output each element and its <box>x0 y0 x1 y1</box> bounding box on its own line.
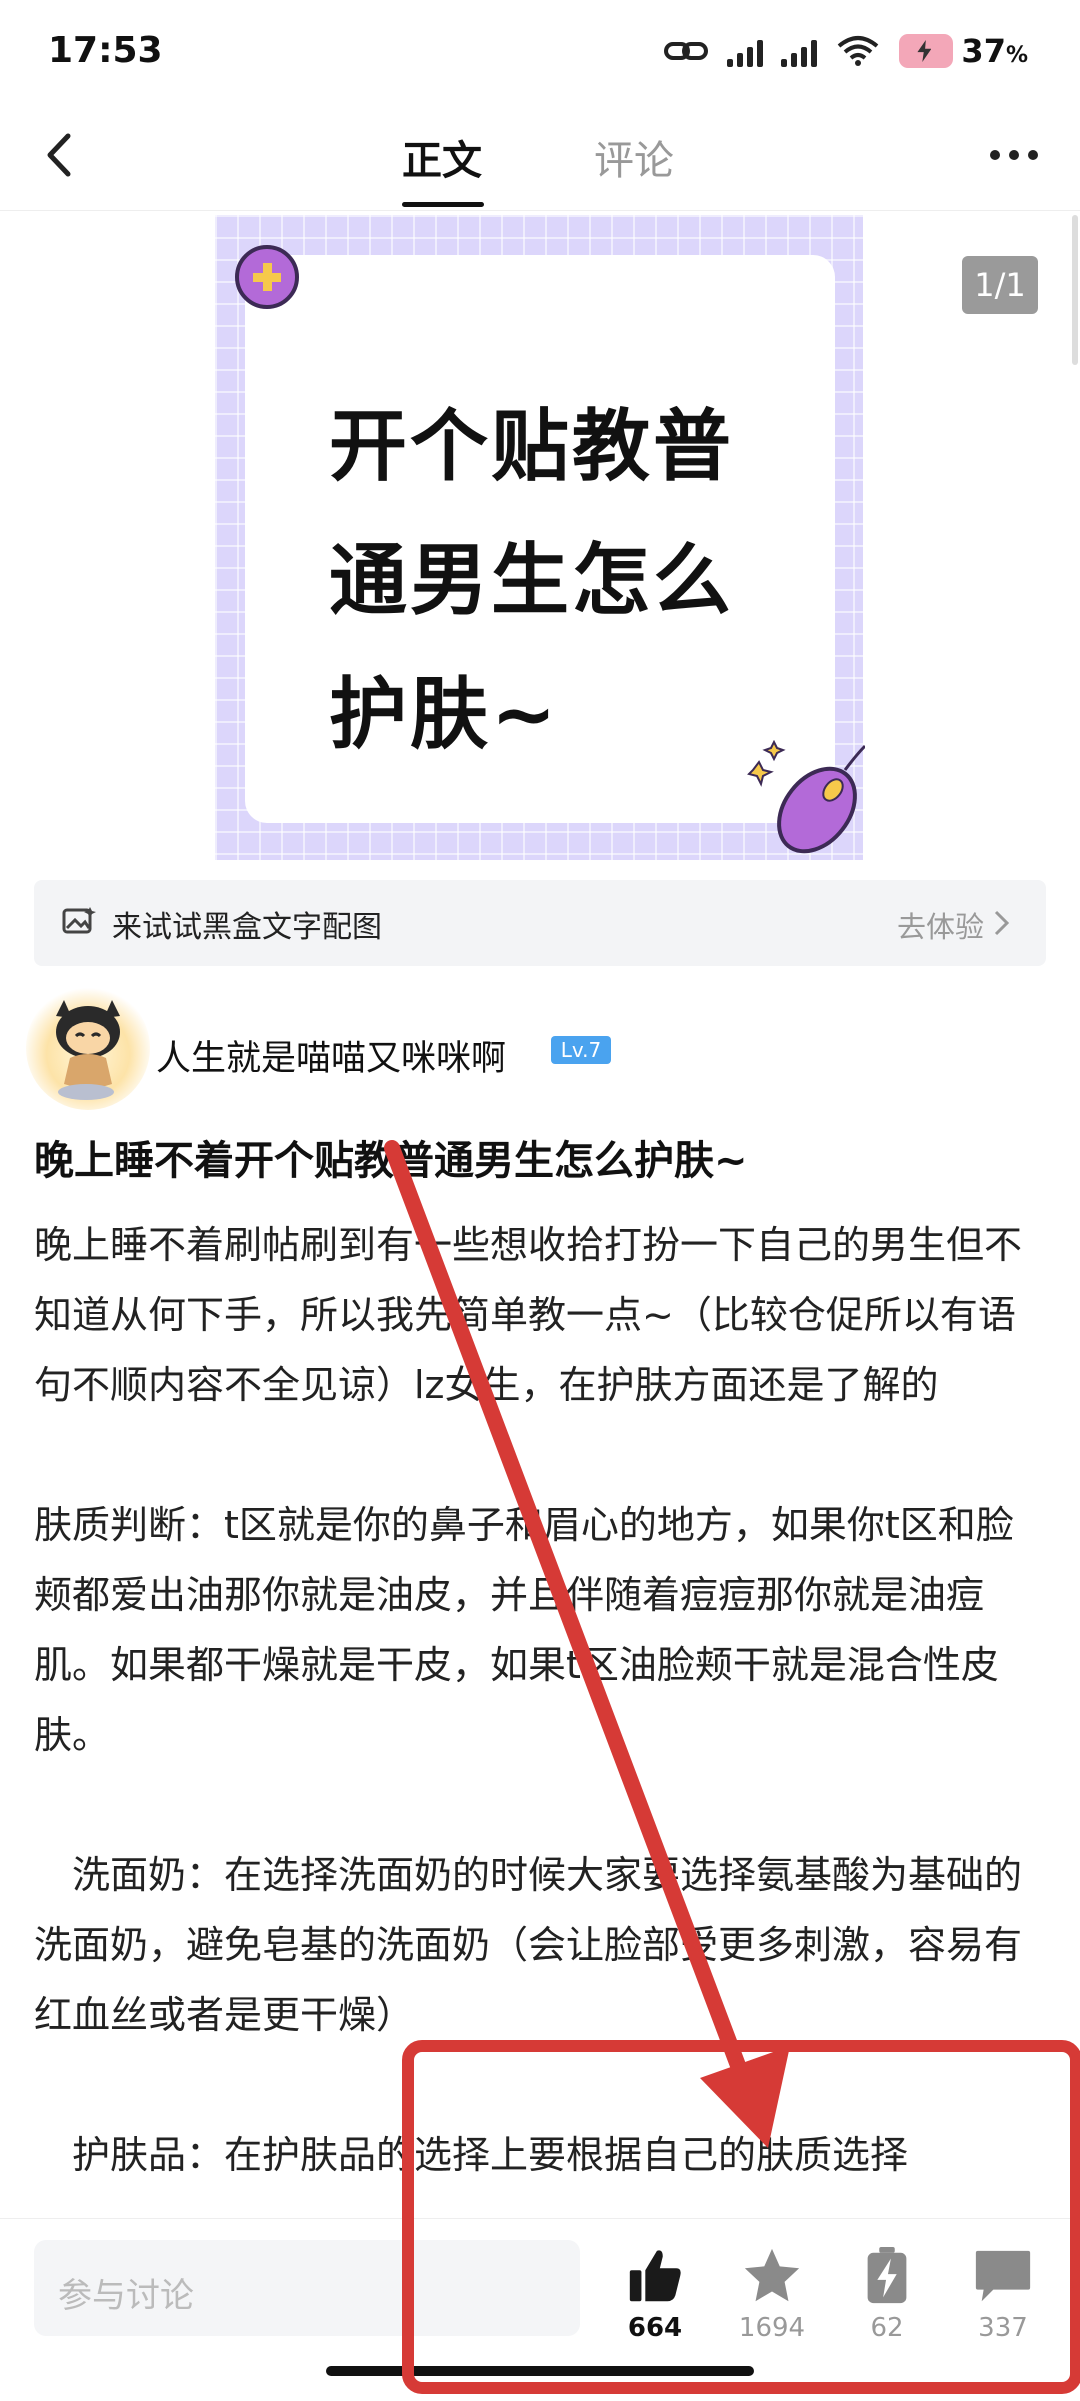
promo-try-link[interactable]: 去体验 <box>897 904 984 946</box>
author-avatar[interactable] <box>26 986 150 1110</box>
post-image-line-2: 通男生怎么 <box>329 536 735 626</box>
scrollbar[interactable] <box>1072 215 1078 365</box>
status-bar: 17:53 37% <box>0 0 1080 100</box>
comment-button[interactable]: 337 <box>948 2245 1058 2343</box>
battery-icon <box>899 34 954 68</box>
computer-mouse-sticker-icon <box>747 740 865 854</box>
battery-charge-icon <box>867 2246 907 2304</box>
battery-indicator: 37% <box>899 32 1028 70</box>
status-icons: 37% <box>663 28 1028 74</box>
like-count: 664 <box>627 2313 683 2343</box>
battery-unit: % <box>1005 43 1028 68</box>
wifi-icon <box>838 36 879 66</box>
battery-percent: 37 <box>961 32 1006 70</box>
comment-count: 337 <box>978 2313 1028 2343</box>
post-paragraph: 洗面奶：在选择洗面奶的时候大家要选择氨基酸为基础的洗面奶，避免皂基的洗面奶（会让… <box>34 1853 1023 2037</box>
more-options-icon[interactable] <box>990 150 1038 160</box>
promo-text: 来试试黑盒文字配图 <box>112 910 382 945</box>
charge-count: 62 <box>870 2313 904 2343</box>
image-text-icon <box>62 907 96 934</box>
post-image-text: 开个贴教普 通男生怎么 护肤~ <box>329 380 809 782</box>
avatar-cat-icon <box>56 1000 120 1100</box>
link-icon <box>664 42 709 60</box>
star-icon <box>744 2248 800 2302</box>
top-nav: 正文 评论 <box>0 100 1080 211</box>
home-indicator[interactable] <box>326 2366 754 2376</box>
chevron-right-icon <box>994 910 1010 936</box>
post-paragraph: 晚上睡不着刷帖刷到有一些想收拾打扮一下自己的男生但不知道从何下手，所以我先简单教… <box>34 1223 1023 1407</box>
thumbs-up-icon <box>629 2250 681 2302</box>
active-tab-indicator <box>402 202 484 207</box>
ai-image-promo-banner[interactable]: 来试试黑盒文字配图 去体验 <box>34 880 1046 966</box>
like-button[interactable]: 664 <box>600 2245 710 2343</box>
plus-sticker-icon <box>235 245 299 309</box>
tab-comments[interactable]: 评论 <box>594 128 674 186</box>
author-name[interactable]: 人生就是喵喵又咪咪啊 <box>156 1030 506 1081</box>
signal-icon-2 <box>781 35 818 67</box>
comment-input[interactable]: 参与讨论 <box>34 2240 580 2336</box>
post-body: 晚上睡不着刷帖刷到有一些想收拾打扮一下自己的男生但不知道从何下手，所以我先简单教… <box>34 1210 1046 2190</box>
charge-button[interactable]: 62 <box>832 2245 942 2343</box>
back-arrow-icon[interactable] <box>36 130 86 180</box>
favorite-count: 1694 <box>738 2313 806 2343</box>
level-badge: Lv.7 <box>551 1036 611 1064</box>
post-image-line-3: 护肤~ <box>329 670 560 760</box>
comment-bubble-icon <box>975 2250 1031 2302</box>
comment-input-placeholder: 参与讨论 <box>58 2276 194 2316</box>
favorite-button[interactable]: 1694 <box>717 2245 827 2343</box>
image-counter: 1/1 <box>962 256 1038 314</box>
status-time: 17:53 <box>48 30 163 71</box>
post-image-line-1: 开个贴教普 <box>329 402 735 492</box>
post-title: 晚上睡不着开个贴教普通男生怎么护肤~ <box>34 1138 748 1184</box>
post-image[interactable]: 开个贴教普 通男生怎么 护肤~ <box>215 215 865 860</box>
signal-icon <box>727 35 764 67</box>
post-image-card: 开个贴教普 通男生怎么 护肤~ <box>245 255 835 823</box>
post-paragraph: 肤质判断：t区就是你的鼻子和眉心的地方，如果你t区和脸颊都爱出油那你就是油皮，并… <box>34 1503 1014 1757</box>
post-paragraph: 护肤品：在护肤品的选择上要根据自己的肤质选择 <box>34 2133 909 2177</box>
tab-body[interactable]: 正文 <box>402 128 482 186</box>
